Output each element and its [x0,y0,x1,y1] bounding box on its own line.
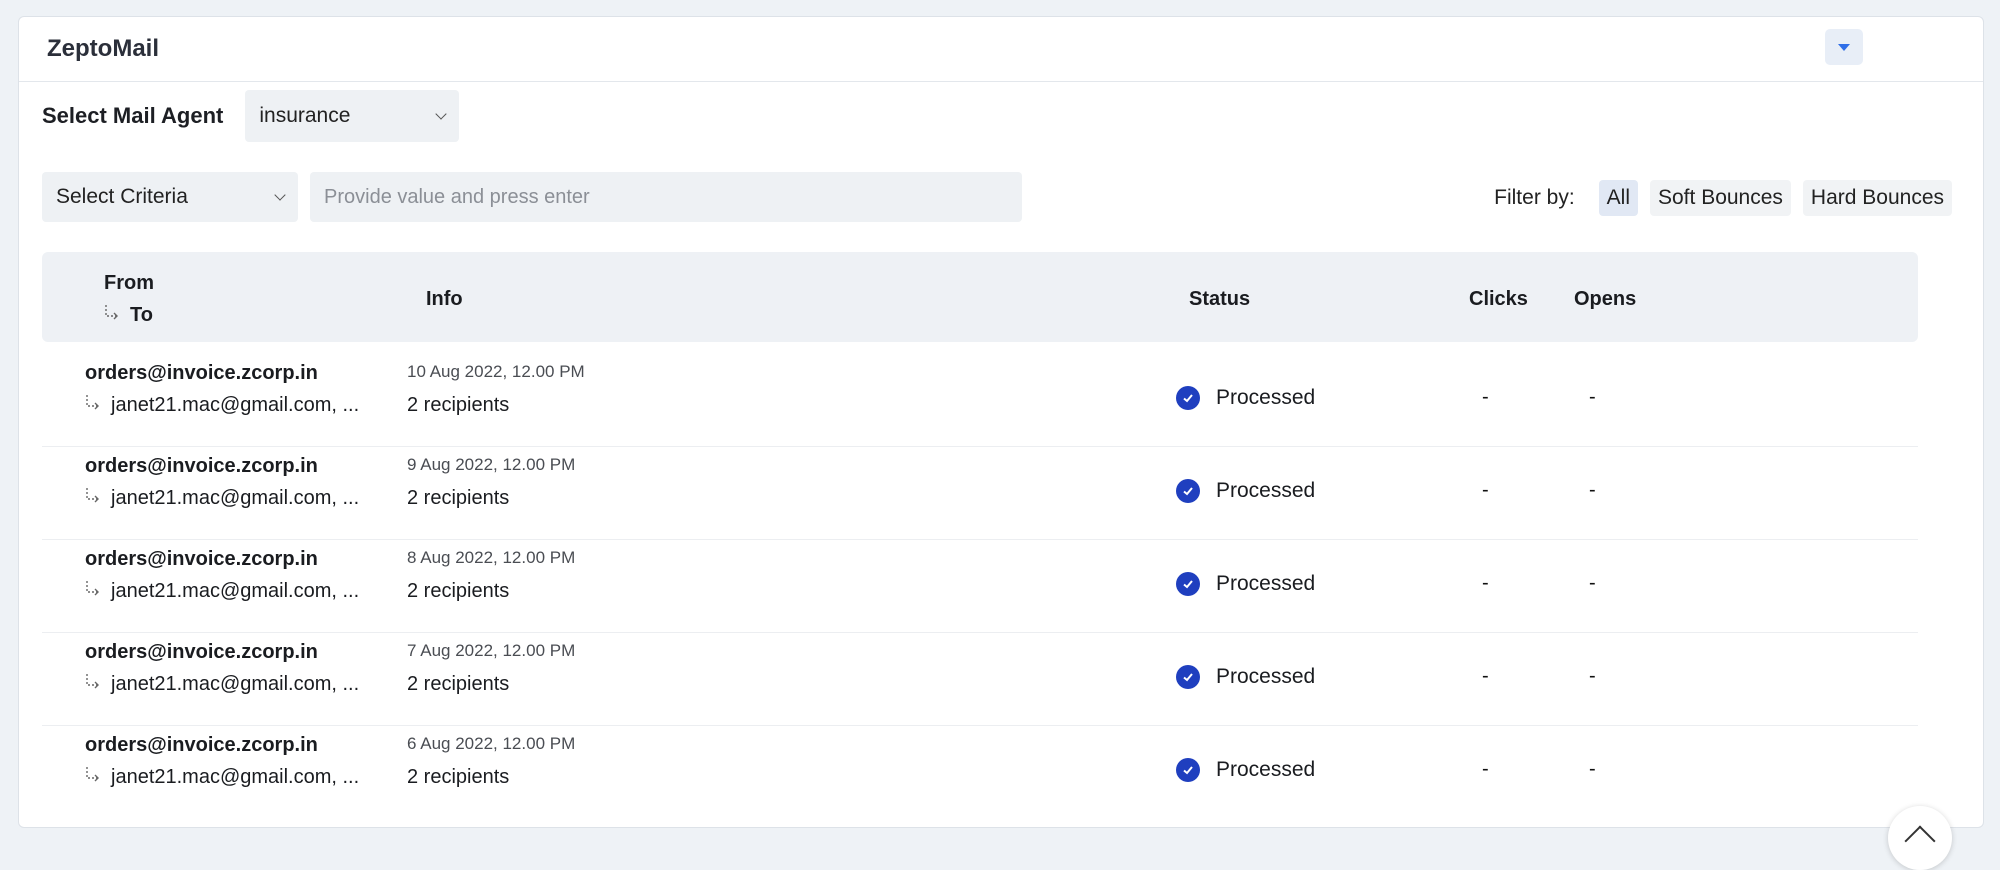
column-status: Status [1189,288,1251,310]
row-from: orders@invoice.zcorp.in [85,455,318,477]
row-recipients: 2 recipients [407,673,510,695]
row-recipients: 2 recipients [407,580,510,602]
row-date: 7 Aug 2022, 12.00 PM [407,641,576,660]
table-row[interactable]: orders@invoice.zcorp.in janet21.mac@gmai… [42,726,1918,790]
row-status: Processed [1176,665,1315,689]
filter-label: Filter by: [1494,186,1575,209]
row-recipients: 2 recipients [407,766,510,788]
criteria-value: Select Criteria [56,185,188,208]
table-row[interactable]: orders@invoice.zcorp.in janet21.mac@gmai… [42,633,1918,726]
filter-bar: Filter by: All Soft Bounces Hard Bounces [1494,180,1952,216]
check-circle-icon [1176,479,1200,503]
reply-arrow-icon [86,394,99,410]
row-from: orders@invoice.zcorp.in [85,734,318,756]
row-status: Processed [1176,572,1315,596]
column-opens: Opens [1574,288,1637,310]
app-title: ZeptoMail [47,35,159,62]
reply-arrow-icon [86,580,99,596]
column-from: From [104,272,154,294]
table-row[interactable]: orders@invoice.zcorp.in janet21.mac@gmai… [42,540,1918,633]
caret-down-icon [1838,43,1850,51]
row-from: orders@invoice.zcorp.in [85,641,318,663]
row-from: orders@invoice.zcorp.in [85,362,318,384]
row-date: 6 Aug 2022, 12.00 PM [407,734,576,753]
reply-arrow-icon [86,673,99,689]
row-date: 9 Aug 2022, 12.00 PM [407,455,576,474]
chevron-down-icon [274,188,286,201]
check-circle-icon [1176,572,1200,596]
mail-list: orders@invoice.zcorp.in janet21.mac@gmai… [42,354,1918,790]
chevron-up-icon [1904,825,1936,857]
reply-arrow-icon [86,766,99,782]
table-header: From To Info Status Clicks Opens [42,252,1918,342]
mail-agent-value: insurance [259,104,351,127]
table-row[interactable]: orders@invoice.zcorp.in janet21.mac@gmai… [42,354,1918,447]
row-to: janet21.mac@gmail.com, ... [85,673,359,696]
row-opens: - [1589,758,1596,780]
row-date: 8 Aug 2022, 12.00 PM [407,548,576,567]
table-row[interactable]: orders@invoice.zcorp.in janet21.mac@gmai… [42,447,1918,540]
row-opens: - [1589,386,1596,408]
row-recipients: 2 recipients [407,394,510,416]
check-circle-icon [1176,665,1200,689]
reply-arrow-icon [86,487,99,503]
app-header: ZeptoMail [19,17,1983,82]
criteria-select[interactable]: Select Criteria [42,172,298,222]
row-opens: - [1589,479,1596,501]
row-status: Processed [1176,386,1315,410]
row-status: Processed [1176,479,1315,503]
reply-arrow-icon [105,304,118,320]
row-clicks: - [1482,386,1489,408]
mail-agent-label: Select Mail Agent [42,103,224,128]
chevron-down-icon [435,107,448,120]
scroll-to-top-button[interactable] [1888,806,1952,870]
row-to: janet21.mac@gmail.com, ... [85,580,359,603]
header-dropdown-button[interactable] [1825,29,1863,65]
row-status: Processed [1176,758,1315,782]
row-clicks: - [1482,665,1489,687]
filter-hard-bounces[interactable]: Hard Bounces [1802,180,1952,216]
check-circle-icon [1176,386,1200,410]
check-circle-icon [1176,758,1200,782]
row-to: janet21.mac@gmail.com, ... [85,766,359,789]
row-clicks: - [1482,758,1489,780]
search-value-input[interactable] [310,172,1022,222]
row-to: janet21.mac@gmail.com, ... [85,487,359,510]
row-date: 10 Aug 2022, 12.00 PM [407,362,585,381]
mail-agent-select[interactable]: insurance [245,90,460,142]
filter-soft-bounces[interactable]: Soft Bounces [1650,180,1791,216]
row-recipients: 2 recipients [407,487,510,509]
column-clicks: Clicks [1469,288,1528,310]
column-to: To [104,304,153,327]
column-info: Info [426,288,463,310]
row-to: janet21.mac@gmail.com, ... [85,394,359,417]
row-opens: - [1589,572,1596,594]
filter-all[interactable]: All [1598,180,1638,216]
row-from: orders@invoice.zcorp.in [85,548,318,570]
mail-agent-row: Select Mail Agent insurance [42,90,460,142]
row-clicks: - [1482,572,1489,594]
row-clicks: - [1482,479,1489,501]
row-opens: - [1589,665,1596,687]
